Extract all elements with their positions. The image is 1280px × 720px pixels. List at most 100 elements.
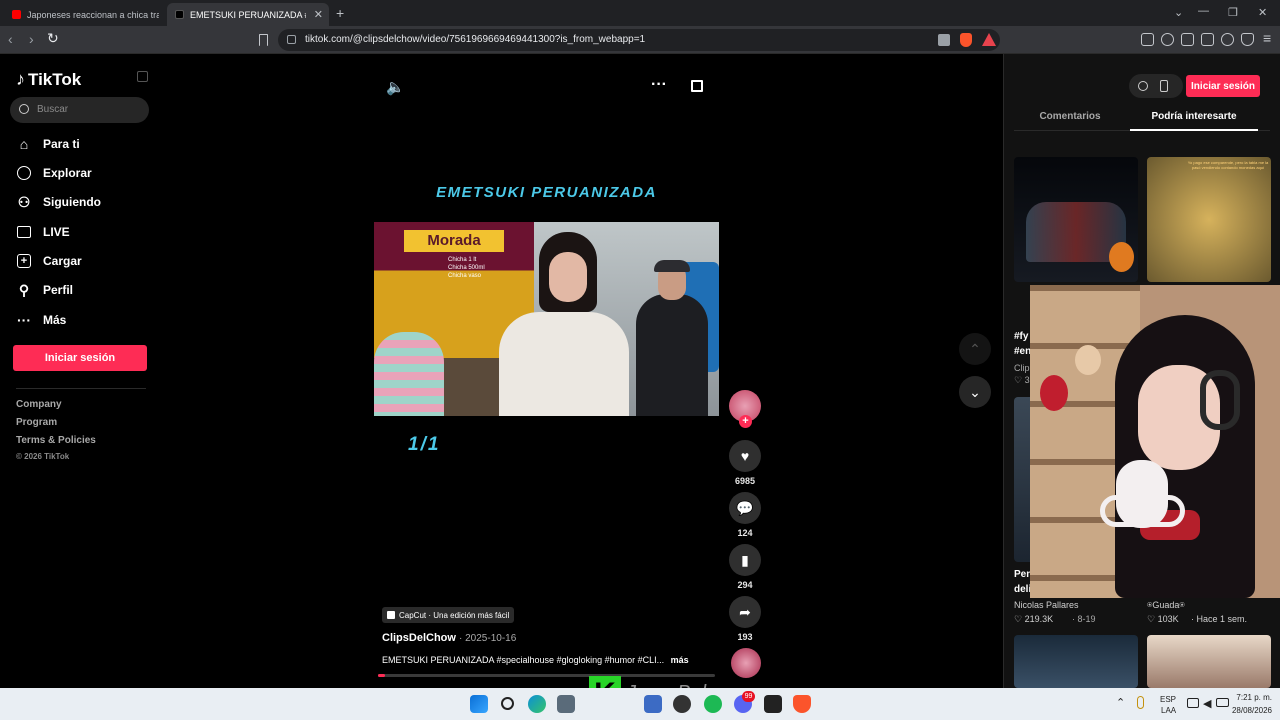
sidebar-item-live[interactable]: LIVE <box>16 224 70 240</box>
tab-search-icon[interactable]: ⌄ <box>1174 6 1183 19</box>
more-link[interactable]: más <box>671 655 689 665</box>
share-button[interactable]: ➦ <box>729 596 761 628</box>
extensions-icon[interactable] <box>1141 33 1154 46</box>
app-icon[interactable] <box>557 695 575 713</box>
collapse-sidebar-icon[interactable] <box>137 71 148 82</box>
device-icon[interactable] <box>1160 80 1168 92</box>
close-tab-icon[interactable]: ✕ <box>314 8 323 21</box>
minimize-button[interactable]: — <box>1198 5 1209 17</box>
author-name[interactable]: ClipsDelChow <box>382 632 456 644</box>
site-info-icon[interactable] <box>287 35 296 44</box>
card-likes-2: ♡ 219.3K <box>1014 614 1054 624</box>
bookmark-icon: ▮ <box>741 551 749 568</box>
translate-icon[interactable] <box>938 34 950 46</box>
login-button[interactable]: Iniciar sesión <box>13 345 147 371</box>
campfire <box>1109 242 1134 272</box>
media-icon[interactable] <box>1161 33 1174 46</box>
sidebar-item-label: Cargar <box>43 254 82 268</box>
wallet-icon[interactable] <box>1201 33 1214 46</box>
description-text: EMETSUKI PERUANIZADA #specialhouse #glog… <box>382 655 665 665</box>
time-value: 8-19 <box>1077 614 1096 624</box>
sidebar-item-mas[interactable]: ··· Más <box>16 312 66 328</box>
webcam-overlay <box>1030 285 1280 598</box>
save-button[interactable]: ▮ <box>729 544 761 576</box>
footer-terms[interactable]: Terms & Policies <box>16 435 96 446</box>
sidebar-item-siguiendo[interactable]: ⚇ Siguiendo <box>16 194 101 210</box>
app-icon[interactable] <box>673 695 691 713</box>
tab-youtube[interactable]: Japoneses reaccionan a chica trans P <box>4 3 164 26</box>
icon-group <box>1129 74 1183 98</box>
volume-tray-icon[interactable]: ◀ <box>1203 697 1211 710</box>
lang-bottom[interactable]: LAA <box>1161 706 1176 715</box>
menu-icon[interactable]: ≡ <box>1263 30 1271 46</box>
brave-icon[interactable] <box>793 695 811 713</box>
comment-button[interactable]: 💬 <box>729 492 761 524</box>
card-title-1b[interactable]: #en <box>1014 346 1031 357</box>
reload-icon[interactable]: ↻ <box>47 30 59 47</box>
new-tab-button[interactable]: + <box>336 5 344 21</box>
sidebar-item-label: Más <box>43 313 67 327</box>
address-field[interactable]: tiktok.com/@clipsdelchow/video/756196966… <box>278 29 1000 51</box>
coin-icon[interactable] <box>1138 81 1148 91</box>
header-login-button[interactable]: Iniciar sesión <box>1186 75 1260 97</box>
striped-sweater <box>374 332 444 416</box>
clock-time[interactable]: 7:21 p. m. <box>1234 693 1272 702</box>
close-window-button[interactable]: ✕ <box>1258 6 1267 19</box>
tray-chevron-icon[interactable]: ⌃ <box>1116 696 1125 709</box>
sidebar-item-perfil[interactable]: ⚲ Perfil <box>16 282 73 298</box>
start-icon[interactable] <box>470 695 488 713</box>
progress-bar[interactable] <box>378 674 715 677</box>
card-author-1[interactable]: Clip <box>1014 363 1030 373</box>
card-title-1[interactable]: #fy <box>1014 331 1028 342</box>
capcut-tag[interactable]: CapCut · Una edición más fácil <box>382 607 515 623</box>
search-input[interactable]: Buscar <box>10 97 149 123</box>
bookmark-icon[interactable] <box>259 34 268 46</box>
tab-tiktok[interactable]: EMETSUKI PERUANIZADA #spec ✕ <box>167 3 329 26</box>
leo-ai-icon[interactable] <box>1221 33 1234 46</box>
lang-top[interactable]: ESP <box>1160 695 1176 704</box>
footer-company[interactable]: Company <box>16 399 62 410</box>
page-counter: 1/1 <box>408 434 441 455</box>
microphone-tray-icon[interactable] <box>1137 696 1144 709</box>
store-icon[interactable] <box>644 695 662 713</box>
next-video-button[interactable]: ⌄ <box>959 376 991 408</box>
back-icon[interactable]: ‹ <box>8 31 13 47</box>
video-thumbnail[interactable]: Yo pago ese comparende, pero la tabla me… <box>1147 157 1271 282</box>
brave-rewards-icon[interactable] <box>982 33 996 46</box>
sidebar-item-para-ti[interactable]: ⌂ Para ti <box>16 136 80 152</box>
fullscreen-icon[interactable] <box>691 80 703 92</box>
clock-date[interactable]: 28/08/2026 <box>1228 706 1272 715</box>
card-author-3[interactable]: ⍟Guada⍟ <box>1147 600 1185 611</box>
video-player[interactable]: 🔈 ··· EMETSUKI PERUANIZADA Morada Chicha… <box>374 54 719 688</box>
sidebar-item-explorar[interactable]: Explorar <box>16 165 92 181</box>
sidebar-item-cargar[interactable]: + Cargar <box>16 253 82 269</box>
likes-value: 103K <box>1157 614 1179 624</box>
volume-icon[interactable]: 🔈 <box>386 78 405 96</box>
card-time-3: · Hace 1 sem. <box>1191 614 1248 624</box>
tab-comentarios[interactable]: Comentarios <box>1014 111 1126 122</box>
card-title-2b[interactable]: deli <box>1014 584 1031 595</box>
vpn-icon[interactable] <box>1241 33 1254 46</box>
spotify-icon[interactable] <box>704 695 722 713</box>
more-options-icon[interactable]: ··· <box>651 76 667 94</box>
card-author-2[interactable]: Nicolas Pallares <box>1014 600 1079 610</box>
search-taskbar-icon[interactable] <box>499 695 517 713</box>
previous-video-button[interactable]: ⌃ <box>959 333 991 365</box>
video-thumbnail[interactable] <box>1014 635 1138 688</box>
tab-podria-interesarte[interactable]: Podría interesarte <box>1130 111 1258 122</box>
network-icon[interactable] <box>1187 698 1199 708</box>
maximize-button[interactable]: ❐ <box>1228 6 1238 19</box>
video-thumbnail[interactable] <box>1147 635 1271 688</box>
forward-icon[interactable]: › <box>29 31 34 47</box>
follow-plus-icon[interactable]: + <box>739 415 752 428</box>
brave-shield-icon[interactable] <box>960 33 972 47</box>
footer-program[interactable]: Program <box>16 417 57 428</box>
like-button[interactable]: ♥ <box>729 440 761 472</box>
edge-icon[interactable] <box>528 695 546 713</box>
sidebar-icon[interactable] <box>1181 33 1194 46</box>
video-thumbnail[interactable] <box>1014 157 1138 282</box>
tiktok-logo[interactable]: ♪ TikTok <box>16 69 81 90</box>
music-disc[interactable] <box>731 648 761 678</box>
epic-games-icon[interactable] <box>764 695 782 713</box>
url-text[interactable]: tiktok.com/@clipsdelchow/video/756196966… <box>305 34 645 45</box>
